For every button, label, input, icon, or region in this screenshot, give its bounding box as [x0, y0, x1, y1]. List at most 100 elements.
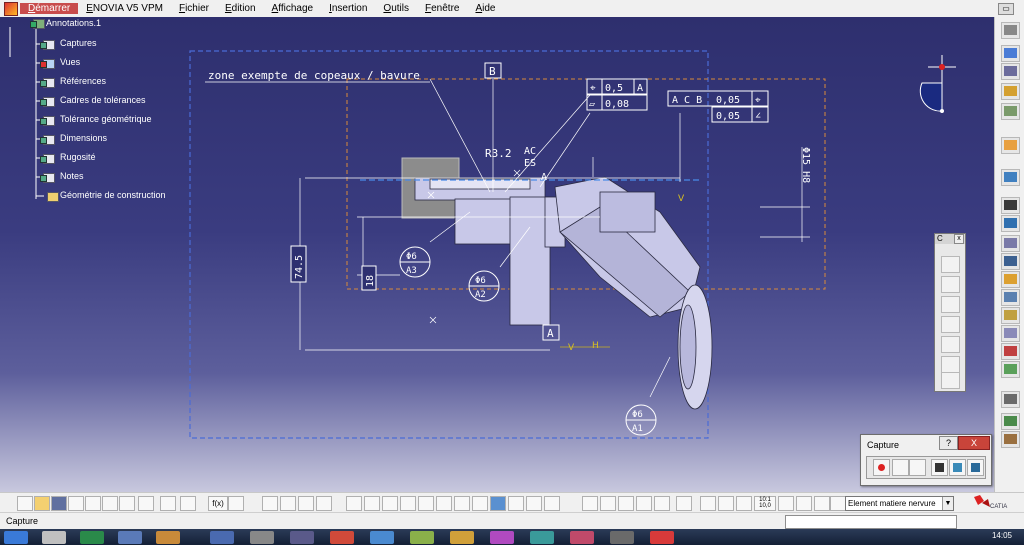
tolerance-frame-flatness[interactable]: ▱ 0,08 [586, 94, 648, 111]
menu-start[interactable]: Démarrer [20, 3, 79, 14]
rt-text-icon[interactable] [1001, 169, 1020, 186]
rt-capture-icon[interactable] [1001, 325, 1020, 342]
3d-viewport[interactable]: Annotations.1 Captures Vues Références C… [0, 17, 994, 492]
task-app-13-icon[interactable] [610, 531, 634, 544]
capture-record-icon[interactable] [873, 459, 890, 476]
task-app-5-icon[interactable] [290, 531, 314, 544]
redo-icon[interactable] [160, 496, 176, 511]
task-app-9-icon[interactable] [450, 531, 474, 544]
capture-chart-icon[interactable] [967, 459, 984, 476]
rt-select-icon[interactable] [1001, 137, 1020, 154]
capture-dialog[interactable]: Capture ? X [860, 434, 992, 486]
task-app-2-icon[interactable] [156, 531, 180, 544]
balloon-a3[interactable]: Φ6 A3 [399, 246, 431, 278]
rt-pocket-icon[interactable] [1001, 63, 1020, 80]
task-app-4-icon[interactable] [250, 531, 274, 544]
annotation-icon[interactable] [582, 496, 598, 511]
task-app-10-icon[interactable] [490, 531, 514, 544]
element-select[interactable]: Element matiere nervure ▼ [845, 496, 954, 511]
sun-icon[interactable] [718, 496, 734, 511]
scale-button[interactable]: 10:1 10,0 [754, 496, 776, 511]
rt-rib-icon[interactable] [1001, 103, 1020, 120]
help-icon[interactable] [180, 496, 196, 511]
rt-view-icon[interactable] [1001, 307, 1020, 324]
capture-image-icon[interactable] [949, 459, 966, 476]
hide-show-icon[interactable] [508, 496, 524, 511]
menu-enovia[interactable]: ENOVIA V5 VPM [78, 3, 171, 14]
chevron-down-icon[interactable]: ▼ [942, 497, 953, 510]
cad-drawing[interactable]: zone exempte de copeaux / bavure B A R3.… [0, 17, 994, 492]
balloon-a1[interactable]: Φ6 A1 [625, 404, 657, 436]
rt-tool-1[interactable] [1001, 22, 1020, 39]
note-zone-text[interactable]: zone exempte de copeaux / bavure [208, 69, 420, 82]
table-icon[interactable] [262, 496, 278, 511]
compass-icon[interactable] [919, 55, 956, 113]
rt-dimension-icon[interactable] [1001, 271, 1020, 288]
task-app-12-icon[interactable] [570, 531, 594, 544]
catia-app-icon[interactable] [4, 1, 18, 16]
link-icon[interactable] [654, 496, 670, 511]
pan-icon[interactable] [346, 496, 362, 511]
task-app-11-icon[interactable] [530, 531, 554, 544]
task-ie-icon[interactable] [42, 531, 66, 544]
arrow-icon[interactable] [778, 496, 794, 511]
flag-icon[interactable] [636, 496, 652, 511]
fit-all-icon[interactable] [382, 496, 398, 511]
zoom-out-icon[interactable] [418, 496, 434, 511]
ft-box-icon[interactable] [941, 276, 960, 293]
rotate-icon[interactable] [364, 496, 380, 511]
rt-tolerance-icon[interactable] [1001, 215, 1020, 232]
menu-view[interactable]: Affichage [264, 3, 322, 14]
dim-diam15-text[interactable]: Φ15 H8 [800, 147, 811, 183]
filter-icon[interactable] [676, 496, 692, 511]
measure-icon[interactable] [316, 496, 332, 511]
ft-view-icon[interactable] [941, 372, 960, 389]
menu-help[interactable]: Aide [467, 3, 503, 14]
rt-filter-icon[interactable] [1001, 361, 1020, 378]
task-catia-icon[interactable] [650, 531, 674, 544]
swap-space-icon[interactable] [526, 496, 542, 511]
undo-icon[interactable] [138, 496, 154, 511]
iso-view-icon[interactable] [472, 496, 488, 511]
menu-tools[interactable]: Outils [375, 3, 417, 14]
start-button[interactable] [4, 531, 28, 544]
paste-icon[interactable] [119, 496, 135, 511]
floating-toolbar-title[interactable]: Cx [935, 234, 965, 244]
rt-datum-icon[interactable] [1001, 197, 1020, 214]
rt-hole-icon[interactable] [1001, 83, 1020, 100]
menu-edit[interactable]: Edition [217, 3, 264, 14]
part-body[interactable] [414, 176, 713, 410]
ft-grid-icon[interactable] [941, 336, 960, 353]
plane-icon[interactable] [796, 496, 812, 511]
grid-icon[interactable] [544, 496, 560, 511]
task-app-3-icon[interactable] [210, 531, 234, 544]
save-icon[interactable] [51, 496, 67, 511]
task-app-1-icon[interactable] [118, 531, 142, 544]
open-folder-icon[interactable] [34, 496, 50, 511]
rt-flag-icon[interactable] [1001, 235, 1020, 252]
ft-solid-icon[interactable] [941, 296, 960, 313]
cut-icon[interactable] [85, 496, 101, 511]
refresh-icon[interactable] [700, 496, 716, 511]
analysis-icon[interactable] [298, 496, 314, 511]
capture-toolbar-icon[interactable] [600, 496, 616, 511]
task-app-7-icon[interactable] [370, 531, 394, 544]
ft-cube-icon[interactable] [941, 256, 960, 273]
capture-close-button[interactable]: X [958, 436, 990, 450]
rt-analysis-icon[interactable] [1001, 413, 1020, 430]
capture-select-icon[interactable] [892, 459, 909, 476]
normal-view-icon[interactable] [436, 496, 452, 511]
tolerance-frame-position[interactable]: ⌖ 0,5 A [586, 78, 648, 95]
task-app-8-icon[interactable] [410, 531, 434, 544]
lock-icon[interactable] [618, 496, 634, 511]
formula-button[interactable]: f(x) [208, 496, 228, 511]
rt-sketch-icon[interactable] [1001, 45, 1020, 62]
capture-properties-icon[interactable] [909, 459, 926, 476]
tolerance-frame-mirrored[interactable]: A C B 0,05 0,05 ⌖ ∠ [667, 90, 769, 123]
menu-file[interactable]: Fichier [171, 3, 217, 14]
copy-icon[interactable] [102, 496, 118, 511]
shading-icon[interactable] [490, 496, 506, 511]
eraser-icon[interactable] [830, 496, 846, 511]
move-icon[interactable] [814, 496, 830, 511]
rt-geometry-icon[interactable] [1001, 343, 1020, 360]
